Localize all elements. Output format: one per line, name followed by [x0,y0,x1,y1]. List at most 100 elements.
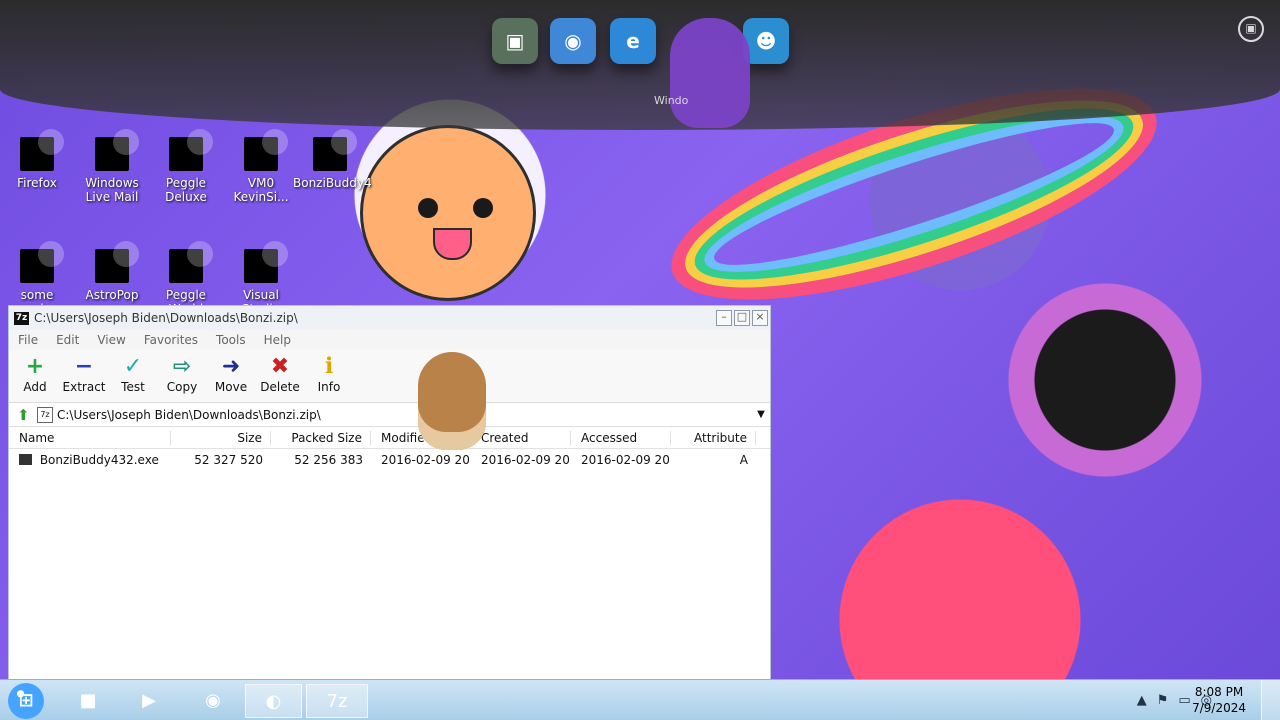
russian-icon [20,241,64,283]
7zip-task-icon[interactable]: 7z [306,684,368,718]
hamster-sprite [418,352,486,450]
7zip-logo-icon: 7z [14,311,29,325]
peggle-icon [169,129,213,171]
window-title: C:\Users\Joseph Biden\Downloads\Bonzi.zi… [34,311,298,325]
extract-icon: − [74,354,94,379]
file-attribute: A [739,452,748,467]
close-button[interactable]: × [752,310,768,326]
menu-bar: File Edit View Favorites Tools Help [9,330,770,350]
info-button[interactable]: ℹ Info [311,354,347,402]
file-size: 52 327 520 [194,452,263,467]
up-arrow-icon[interactable]: ⬆ [17,406,30,424]
tool-label: Extract [62,380,106,394]
tray-arrow-icon[interactable]: ▲ [1137,693,1147,708]
show-desktop-button[interactable] [1261,680,1280,720]
desktop-icon-label: AstroPop [85,288,139,302]
desktop-icon-windows-live-mail[interactable]: Windows Live Mail [75,129,149,204]
desktop-icon-firefox[interactable]: Firefox [0,129,74,190]
file-name-cell: BonziBuddy432.exe [9,453,171,467]
address-bar: ⬆ 7z C:\Users\Joseph Biden\Downloads\Bon… [9,403,770,427]
maximize-button[interactable]: □ [734,310,750,326]
desktop-icon-label: Firefox [17,176,57,190]
exe-file-icon [19,453,32,465]
table-row[interactable]: BonziBuddy432.exe 52 327 520 52 256 383 … [9,449,770,470]
column-accessed[interactable]: Accessed [571,430,671,445]
clock-time: 8:08 PM [1194,685,1244,699]
delete-button[interactable]: ✖ Delete [260,354,300,402]
7zip-window: 7z C:\Users\Joseph Biden\Downloads\Bonzi… [8,305,771,682]
add-icon: + [25,354,45,379]
bonzi-buddy-sprite[interactable] [670,18,750,128]
menu-file[interactable]: File [18,333,38,347]
firefox-icon [20,129,64,171]
cat-eye [418,198,438,218]
desktop-icon-label: Peggle Deluxe [165,176,207,204]
archive-path: C:\Users\Joseph Biden\Downloads\Bonzi.zi… [57,407,321,422]
taskbar: ⊞ ■ ▶ ◉ ◐ 7z ▲ ⚑ ▭ ◎ 8:08 PM 7/9/2024 [0,679,1280,720]
dock-label: Windo [654,94,689,107]
dock-menu-button[interactable]: ▣ [1238,16,1264,42]
info-icon: ℹ [324,354,334,379]
chevron-down-icon[interactable]: ▼ [752,409,770,420]
add-button[interactable]: + Add [17,354,53,402]
clock[interactable]: 8:08 PM 7/9/2024 [1192,684,1246,716]
cube-task-icon[interactable]: ■ [60,684,116,716]
3d-cube-icon[interactable]: ▣ [492,18,538,64]
monitor-icon[interactable]: ▭ [1178,693,1190,708]
minimize-button[interactable]: – [716,310,732,326]
desktop-icon-label: Windows Live Mail [85,176,139,204]
tool-label: Test [121,380,145,394]
menu-view[interactable]: View [97,333,125,347]
internet-explorer-icon[interactable]: e [610,18,656,64]
test-button[interactable]: ✓ Test [115,354,151,402]
column-name[interactable]: Name [9,430,171,445]
globe-task-icon[interactable]: ◉ [184,684,242,716]
file-modified: 2016-02-09 20:20 [381,452,471,467]
file-name: BonziBuddy432.exe [39,452,159,467]
file-created: 2016-02-09 20:20 [481,452,571,467]
move-icon: ➜ [221,354,241,379]
column-created[interactable]: Created [471,430,571,445]
extract-button[interactable]: − Extract [63,354,106,402]
copy-icon: ⇨ [172,354,192,379]
copy-button[interactable]: ⇨ Copy [164,354,200,402]
path-field[interactable]: 7z C:\Users\Joseph Biden\Downloads\Bonzi… [37,405,744,424]
delete-icon: ✖ [270,354,290,379]
cat-eye [473,198,493,218]
desktop-icon-astropop[interactable]: AstroPop [75,241,149,302]
move-button[interactable]: ➜ Move [213,354,249,402]
desktop-icon-peggle-deluxe[interactable]: Peggle Deluxe [149,129,223,204]
column-attribute[interactable]: Attribute [671,430,756,445]
firefox-task-icon[interactable]: ◐ [245,684,302,718]
desktop-icon-bonzibuddy4[interactable]: BonziBuddy4 [293,129,372,190]
download-globe-icon[interactable]: ◉ [550,18,596,64]
column-size[interactable]: Size [171,430,271,445]
top-dock: ▣ ◉ e ☻ Windo ▣ [0,0,1280,130]
vm-icon [244,129,288,171]
visual-studio-icon [244,241,288,283]
column-packed-size[interactable]: Packed Size [271,430,371,445]
menu-favorites[interactable]: Favorites [144,333,198,347]
media-player-task-icon[interactable]: ▶ [122,684,176,716]
cat-mouth [433,228,472,260]
tool-label: Move [214,380,248,394]
archive-icon: 7z [37,406,53,423]
tool-label: Info [317,380,341,394]
bonzi-icon [313,129,357,171]
astropop-icon [95,241,139,283]
desktop-icon-label: BonziBuddy4 [293,176,372,190]
menu-edit[interactable]: Edit [56,333,79,347]
desktop-icon-vm0[interactable]: VM0 KevinSi... [224,129,298,204]
mail-icon [95,129,139,171]
test-icon: ✓ [123,354,143,379]
file-accessed: 2016-02-09 20:20 [581,452,671,467]
file-packed-size: 52 256 383 [294,452,363,467]
clock-date: 7/9/2024 [1192,701,1246,715]
flag-icon[interactable]: ⚑ [1157,693,1169,708]
tool-label: Delete [260,380,300,394]
tool-label: Add [23,380,47,394]
toolbar: + Add − Extract ✓ Test ⇨ Copy ➜ Move ✖ D… [9,350,770,403]
start-button[interactable]: ⊞ [8,683,44,719]
menu-help[interactable]: Help [264,333,291,347]
menu-tools[interactable]: Tools [216,333,246,347]
